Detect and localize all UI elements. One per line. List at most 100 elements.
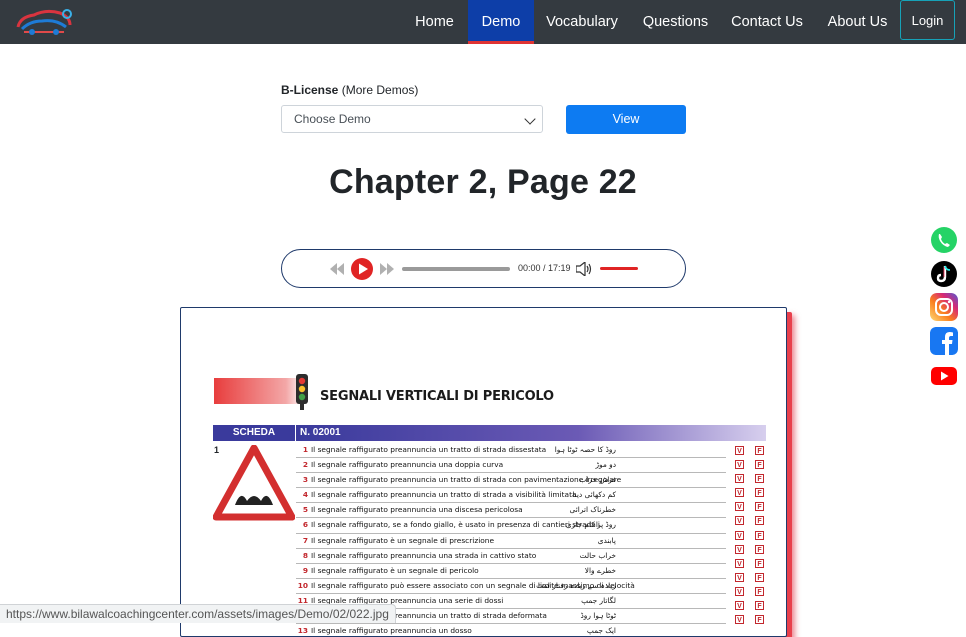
false-box: F xyxy=(755,586,764,596)
whatsapp-icon[interactable] xyxy=(930,226,958,254)
question-row: 3 Il segnale raffigurato preannuncia un t… xyxy=(296,473,726,489)
false-box: F xyxy=(755,502,764,512)
volume-icon[interactable] xyxy=(576,262,593,276)
rewind-icon[interactable] xyxy=(330,263,344,275)
question-text: Il segnale raffigurato è un segnale di p… xyxy=(311,565,479,575)
facebook-icon[interactable] xyxy=(930,327,958,355)
volume-slider[interactable] xyxy=(600,267,638,270)
false-box: F xyxy=(755,516,764,526)
answer-pair: VF xyxy=(735,528,775,542)
question-row: 1 Il segnale raffigurato preannuncia un t… xyxy=(296,443,726,459)
question-text: Il segnale raffigurato preannuncia una d… xyxy=(311,505,523,515)
nav-contact-us[interactable]: Contact Us xyxy=(724,0,810,44)
audio-progress-bar[interactable] xyxy=(402,267,510,271)
true-box: V xyxy=(735,502,744,512)
play-icon[interactable] xyxy=(351,258,373,280)
question-number: 4 xyxy=(302,490,308,500)
answer-pair: VF xyxy=(735,471,775,485)
question-number: 5 xyxy=(302,505,308,515)
question-translation: فرش خراب xyxy=(579,475,616,485)
false-box: F xyxy=(755,601,764,611)
question-text: Il segnale raffigurato preannuncia una d… xyxy=(311,460,504,470)
answer-pair: VF xyxy=(735,457,775,471)
question-number: 2 xyxy=(302,460,308,470)
false-box: F xyxy=(755,446,764,455)
answer-pair: VF xyxy=(735,542,775,556)
navbar: Home Demo Vocabulary Questions Contact U… xyxy=(0,0,966,44)
answer-boxes: VFVFVFVFVFVFVFVFVFVFVFVFVF xyxy=(735,443,775,626)
question-text: Il segnale raffigurato preannuncia un tr… xyxy=(311,445,547,454)
audio-player: 00:00 / 17:19 xyxy=(281,249,686,288)
question-number: 6 xyxy=(302,520,308,530)
question-number: 1 xyxy=(302,445,308,454)
false-box: F xyxy=(755,530,764,540)
nav-vocabulary[interactable]: Vocabulary xyxy=(539,0,625,44)
question-translation: خطرے والا xyxy=(584,565,616,575)
false-box: F xyxy=(755,558,764,568)
question-row: 8 Il segnale raffigurato preannuncia una … xyxy=(296,549,726,564)
question-row: 4 Il segnale raffigurato preannuncia un t… xyxy=(296,488,726,504)
question-translation: لگاتار جمپ xyxy=(581,595,616,605)
question-translation: خطرناک اترائی xyxy=(569,505,616,515)
question-row: 7 Il segnale raffigurato è un segnale di … xyxy=(296,534,726,549)
question-text: Il segnale raffigurato preannuncia un do… xyxy=(311,626,472,636)
true-box: V xyxy=(735,601,744,611)
question-row: 5 Il segnale raffigurato preannuncia una … xyxy=(296,503,726,519)
question-row: 9 Il segnale raffigurato è un segnale di … xyxy=(296,564,726,579)
question-row: 13 Il segnale raffigurato preannuncia un … xyxy=(296,624,726,636)
demo-select[interactable]: Choose Demo xyxy=(281,105,543,133)
question-row: 10 Il segnale raffigurato può essere asso… xyxy=(296,579,726,594)
true-box: V xyxy=(735,516,744,526)
login-button[interactable]: Login xyxy=(900,0,955,40)
answer-pair: VF xyxy=(735,612,775,626)
false-box: F xyxy=(755,615,764,625)
false-box: F xyxy=(755,474,764,484)
question-number: 7 xyxy=(302,535,308,545)
traffic-light-icon xyxy=(296,374,308,410)
scheda-number: N. 02001 xyxy=(296,425,766,441)
true-box: V xyxy=(735,558,744,568)
question-translation: کم دکھائی دینا xyxy=(572,490,616,500)
nav-about-us[interactable]: About Us xyxy=(822,0,893,44)
question-translation: زیادہ سے زیادہ رفتار لمٹ xyxy=(536,580,616,590)
car-logo-icon[interactable] xyxy=(12,5,74,39)
question-text: Il segnale raffigurato preannuncia una s… xyxy=(311,550,537,560)
false-box: F xyxy=(755,460,764,470)
tiktok-icon[interactable] xyxy=(930,260,958,288)
question-translation: دو موڑ xyxy=(595,460,616,470)
instagram-icon[interactable] xyxy=(930,293,958,321)
question-row: 6 Il segnale raffigurato, se a fondo gial… xyxy=(296,518,726,534)
nav-home[interactable]: Home xyxy=(406,0,463,44)
youtube-icon[interactable] xyxy=(930,362,958,390)
answer-pair: VF xyxy=(735,513,775,527)
scanned-page-image: SEGNALI VERTICALI DI PERICOLO SCHEDA N. … xyxy=(180,307,787,637)
demo-select-value: Choose Demo xyxy=(294,112,371,126)
chevron-down-icon xyxy=(524,113,536,125)
audio-time: 00:00 / 17:19 xyxy=(518,263,571,273)
true-box: V xyxy=(735,572,744,582)
more-demos-label: (More Demos) xyxy=(341,83,419,97)
answer-pair: VF xyxy=(735,485,775,499)
false-box: F xyxy=(755,544,764,554)
false-box: F xyxy=(755,572,764,582)
answer-pair: VF xyxy=(735,584,775,598)
nav-questions[interactable]: Questions xyxy=(636,0,715,44)
question-number: 9 xyxy=(302,565,308,575)
question-translation: روڈ پر کام جاری xyxy=(565,520,616,530)
question-number: 8 xyxy=(302,550,308,560)
true-box: V xyxy=(735,530,744,540)
question-text: Il segnale raffigurato preannuncia un tr… xyxy=(311,490,577,500)
view-button[interactable]: View xyxy=(566,105,686,134)
answer-pair: VF xyxy=(735,570,775,584)
scheda-label: SCHEDA xyxy=(213,425,295,441)
fast-forward-icon[interactable] xyxy=(380,263,394,275)
question-number: 3 xyxy=(302,475,308,485)
page-title: Chapter 2, Page 22 xyxy=(329,163,637,201)
question-number: 13 xyxy=(297,626,308,636)
true-box: V xyxy=(735,474,744,484)
nav-demo[interactable]: Demo xyxy=(468,0,534,44)
false-box: F xyxy=(755,488,764,498)
true-box: V xyxy=(735,544,744,554)
answer-pair: VF xyxy=(735,598,775,612)
answer-pair: VF xyxy=(735,499,775,513)
